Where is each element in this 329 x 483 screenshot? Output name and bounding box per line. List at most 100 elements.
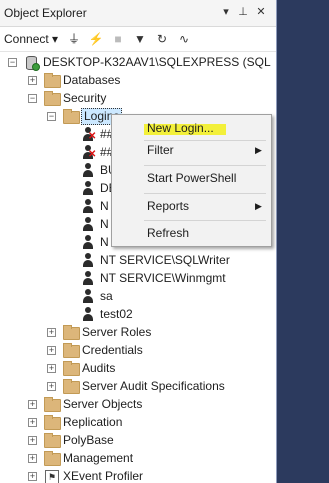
context-menu: New Login... Filter ▶ Start PowerShell R… xyxy=(111,114,272,247)
dropdown-icon[interactable]: ▾ xyxy=(219,4,233,20)
disconnect-icon[interactable]: ⚡ xyxy=(88,31,104,47)
login-item[interactable]: NT SERVICE\Winmgmt xyxy=(0,269,276,287)
xevent-profiler-label: XEvent Profiler xyxy=(63,469,144,483)
folder-icon xyxy=(44,397,61,412)
menu-item-label: Filter xyxy=(147,143,174,157)
server-roles-label: Server Roles xyxy=(82,325,152,339)
server-audit-specifications-label: Server Audit Specifications xyxy=(82,379,225,393)
expand-icon[interactable]: + xyxy=(28,472,37,481)
login-label: NT SERVICE\Winmgmt xyxy=(100,271,226,285)
menu-item-refresh[interactable]: Refresh xyxy=(114,222,269,244)
expand-icon[interactable]: + xyxy=(28,400,37,409)
expand-icon[interactable]: + xyxy=(28,76,37,85)
server-icon xyxy=(24,55,40,71)
login-disabled-icon: ✕ xyxy=(81,145,96,160)
credentials-label: Credentials xyxy=(82,343,143,357)
login-label: N xyxy=(100,199,109,213)
expand-icon[interactable]: + xyxy=(47,328,56,337)
tree-node-audits[interactable]: + Audits xyxy=(0,359,276,377)
activity-monitor-icon[interactable]: ∿ xyxy=(176,31,192,47)
menu-separator xyxy=(144,165,266,166)
tree-node-polybase[interactable]: + PolyBase xyxy=(0,431,276,449)
close-icon[interactable]: ✕ xyxy=(254,4,268,20)
menu-item-reports[interactable]: Reports ▶ xyxy=(114,195,269,217)
chevron-down-icon: ▾ xyxy=(52,32,59,46)
tree-node-management[interactable]: + Management xyxy=(0,449,276,467)
toolbar: Connect ▾ ⏚ ⚡ ■ ▼ ↻ ∿ xyxy=(0,27,276,52)
login-label: N xyxy=(100,235,109,249)
login-icon xyxy=(81,271,95,285)
filter-icon[interactable]: ▼ xyxy=(132,31,148,47)
polybase-label: PolyBase xyxy=(63,433,114,447)
login-icon xyxy=(81,289,95,303)
expand-icon[interactable]: + xyxy=(28,454,37,463)
stop-icon[interactable]: ■ xyxy=(110,31,126,47)
tree-node-server[interactable]: − DESKTOP-K32AAV1\SQLEXPRESS (SQL xyxy=(0,53,276,71)
tree-node-server-roles[interactable]: + Server Roles xyxy=(0,323,276,341)
menu-item-new-login[interactable]: New Login... xyxy=(114,117,269,139)
databases-label: Databases xyxy=(63,73,121,87)
expand-icon[interactable]: + xyxy=(47,382,56,391)
login-icon xyxy=(81,253,95,267)
login-group-icon xyxy=(81,163,95,177)
login-item[interactable]: test02 xyxy=(0,305,276,323)
login-label: test02 xyxy=(100,307,133,321)
folder-icon xyxy=(63,379,80,394)
menu-separator xyxy=(144,220,266,221)
folder-icon xyxy=(44,415,61,430)
title-bar: Object Explorer ▾ ⊥ ✕ xyxy=(0,0,276,27)
menu-item-label: Reports xyxy=(147,199,190,213)
login-item[interactable]: sa xyxy=(0,287,276,305)
refresh-icon[interactable]: ↻ xyxy=(154,31,170,47)
expand-icon[interactable]: + xyxy=(28,418,37,427)
login-disabled-icon: ✕ xyxy=(81,127,96,142)
folder-icon xyxy=(44,73,61,88)
xevent-profiler-icon: ⚑ xyxy=(45,470,59,483)
menu-item-label: Refresh xyxy=(147,226,190,240)
tree-node-server-objects[interactable]: + Server Objects xyxy=(0,395,276,413)
expand-icon[interactable]: + xyxy=(47,346,56,355)
management-label: Management xyxy=(63,451,134,465)
tree-node-security[interactable]: − Security xyxy=(0,89,276,107)
folder-icon xyxy=(44,433,61,448)
collapse-icon[interactable]: − xyxy=(8,58,17,67)
tree-node-server-audit-specifications[interactable]: + Server Audit Specifications xyxy=(0,377,276,395)
server-label: DESKTOP-K32AAV1\SQLEXPRESS (SQL xyxy=(43,55,271,69)
folder-icon xyxy=(63,109,80,124)
tree-node-credentials[interactable]: + Credentials xyxy=(0,341,276,359)
connect-icon[interactable]: ⏚ xyxy=(66,31,82,47)
login-label: NT SERVICE\SQLWriter xyxy=(100,253,230,267)
tree-node-xevent-profiler[interactable]: + ⚑ XEvent Profiler xyxy=(0,467,276,483)
folder-icon xyxy=(63,361,80,376)
collapse-icon[interactable]: − xyxy=(47,112,56,121)
menu-separator xyxy=(144,193,266,194)
login-icon xyxy=(81,181,95,195)
menu-item-label: Start PowerShell xyxy=(147,171,237,185)
pin-icon[interactable]: ⊥ xyxy=(236,4,250,20)
security-label: Security xyxy=(63,91,107,105)
folder-icon xyxy=(63,325,80,340)
menu-item-filter[interactable]: Filter ▶ xyxy=(114,139,269,161)
collapse-icon[interactable]: − xyxy=(28,94,37,103)
server-objects-label: Server Objects xyxy=(63,397,143,411)
connect-label: Connect xyxy=(4,32,49,46)
login-icon xyxy=(81,307,95,321)
folder-icon xyxy=(44,451,61,466)
submenu-arrow-icon: ▶ xyxy=(255,145,262,155)
expand-icon[interactable]: + xyxy=(28,436,37,445)
audits-label: Audits xyxy=(82,361,116,375)
menu-item-label: New Login... xyxy=(147,121,214,135)
tree-node-databases[interactable]: + Databases xyxy=(0,71,276,89)
menu-item-start-powershell[interactable]: Start PowerShell xyxy=(114,167,269,189)
tree-node-replication[interactable]: + Replication xyxy=(0,413,276,431)
connect-button[interactable]: Connect ▾ xyxy=(4,30,58,48)
login-item[interactable]: NT SERVICE\SQLWriter xyxy=(0,251,276,269)
login-icon xyxy=(81,217,95,231)
folder-icon xyxy=(44,91,61,106)
login-label: sa xyxy=(100,289,113,303)
login-label: N xyxy=(100,217,109,231)
replication-label: Replication xyxy=(63,415,123,429)
expand-icon[interactable]: + xyxy=(47,364,56,373)
folder-icon xyxy=(63,343,80,358)
submenu-arrow-icon: ▶ xyxy=(255,201,262,211)
